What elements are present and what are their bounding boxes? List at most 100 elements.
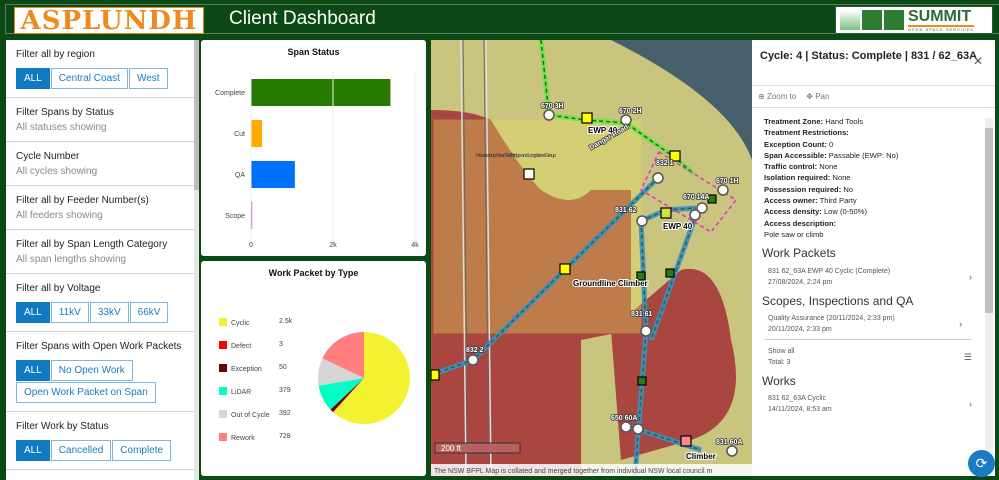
filter-title: Filter all by region — [16, 49, 95, 60]
filter-section: Filter all by Feeder Number(s) All feeder… — [6, 186, 194, 230]
filter-summary[interactable]: All cycles showing — [16, 166, 184, 177]
zoom-to-label: Zoom to — [766, 92, 797, 101]
list-item[interactable]: 831 62_63A Cyclic 14/11/2024, 8:53 am › — [764, 393, 982, 415]
field-label: Access description: — [764, 218, 837, 228]
filter-button[interactable]: 33kV — [89, 302, 129, 323]
section-title: Works — [762, 373, 796, 388]
map-label: 831 62 — [615, 207, 637, 214]
filter-button[interactable]: Complete — [112, 440, 172, 461]
tick-label: 0 — [249, 242, 253, 249]
filter-panel-scrollbar[interactable] — [194, 40, 199, 480]
map-view[interactable]: 670 3H 670 2H EWP 40 Dangar Road 832 1 670 1H… — [431, 40, 752, 476]
map-label: 670 3H — [541, 103, 564, 110]
show-all-label: Show all — [768, 347, 795, 355]
field-label: Possession required: — [764, 184, 842, 194]
map-attribution: The NSW BFPL Map is collated and merged … — [434, 468, 712, 475]
filter-button[interactable]: Cancelled — [50, 440, 112, 461]
span-status-card: Span Status Complete Cut QA Scope 0 2k 4k — [201, 40, 426, 256]
filter-button[interactable]: 11kV — [50, 302, 89, 323]
item-date: 27/08/2024, 2:24 pm — [768, 278, 833, 286]
tick-label: 2k — [329, 242, 337, 249]
popup-field: Traffic control: None — [764, 161, 982, 172]
list-icon: ☰ — [963, 351, 972, 362]
map-label: 831 61 — [631, 311, 653, 318]
legend-swatch — [219, 433, 227, 441]
filter-button[interactable]: ALL — [16, 360, 50, 381]
filter-title: Filter Spans with Open Work Packets — [16, 341, 182, 352]
summit-logo-subtext: OPEN SPACE SERVICES — [908, 26, 974, 32]
filter-title: Filter all by Voltage — [16, 283, 101, 294]
filter-button[interactable]: West — [128, 68, 168, 89]
field-label: Treatment Restrictions: — [764, 128, 849, 138]
popup-title: Cycle: 4 | Status: Complete | 831 / 62_6… — [760, 50, 978, 62]
pan-button[interactable]: ✥ Pan — [806, 92, 829, 101]
legend-label: Exception — [231, 366, 262, 373]
tick-label: 4k — [411, 242, 419, 249]
field-value: Third Party — [819, 196, 857, 206]
popup-field: Exception Count: 0 — [764, 139, 982, 150]
filter-summary[interactable]: All statuses showing — [16, 122, 184, 133]
filter-button[interactable]: Open Work Packet on Span — [16, 382, 156, 403]
bar-cut[interactable] — [251, 120, 263, 147]
section-title: Scopes, Inspections and QA — [762, 293, 914, 308]
legend-value: 728 — [279, 433, 291, 440]
scale-bar: 200 ft — [441, 444, 462, 453]
map-label: Climber — [686, 452, 716, 461]
filter-panel: Filter all by region ALL Central Coast West… — [6, 40, 194, 480]
map-label: 650 60A — [611, 415, 637, 422]
show-all-button[interactable]: Show all Total: 3 ☰ — [764, 346, 982, 368]
map-label: 670 14A — [683, 194, 709, 201]
filter-summary[interactable]: All feeders showing — [16, 210, 184, 221]
bar-complete[interactable] — [251, 79, 391, 106]
legend-swatch — [219, 341, 227, 349]
list-item[interactable]: Quality Assurance (20/11/2024, 2:33 pm) 2… — [764, 313, 972, 340]
chevron-right-icon: › — [959, 318, 962, 329]
field-label: Isolation required: — [764, 173, 831, 183]
legend-label: LiDAR — [231, 389, 251, 396]
filter-title: Cycle Number — [16, 151, 80, 162]
bar-qa[interactable] — [251, 161, 295, 188]
field-value: Passable (EWP: No) — [828, 150, 899, 160]
filter-button[interactable]: ALL — [16, 68, 50, 89]
legend-swatch — [219, 364, 227, 372]
map-label: 670 2H — [619, 108, 642, 115]
legend-swatch — [219, 318, 227, 326]
popup-field: Treatment Zone: Hand Tools — [764, 116, 982, 127]
zoom-in-icon: ⊕ — [758, 92, 765, 101]
field-value: No — [843, 184, 854, 194]
access-description: Pole saw or climb — [764, 229, 824, 239]
filter-button[interactable]: ALL — [16, 302, 50, 323]
popup-field: Access owner: Third Party — [764, 195, 982, 206]
map-label: 670 1H — [716, 178, 739, 185]
filter-button[interactable]: Central Coast — [50, 68, 128, 89]
legend-swatch — [219, 410, 227, 418]
filter-section: Cycle Number All cycles showing — [6, 142, 194, 186]
work-packet-chart: Cyclic 2.5k Defect 3 Exception 50 LiDAR 379 Out … — [219, 318, 410, 442]
legend-label: Rework — [231, 435, 255, 442]
legend-label: Cyclic — [231, 320, 250, 327]
filter-section: Filter Spans with Open Work Packets ALL No… — [6, 332, 194, 412]
legend-label: Defect — [231, 343, 251, 350]
filter-summary[interactable]: All span lengths showing — [16, 254, 184, 265]
pan-label: Pan — [815, 92, 830, 101]
field-value: None — [819, 162, 838, 172]
field-label: Access owner: — [764, 196, 818, 206]
asplundh-logo: ASPLUNDH — [14, 7, 204, 34]
close-icon[interactable]: ✕ — [973, 54, 983, 69]
map-label: Groundline Climber — [573, 279, 648, 288]
grass-icon — [840, 10, 860, 30]
filter-button[interactable]: No Open Work — [50, 360, 133, 381]
filter-title: Filter all by Feeder Number(s) — [16, 195, 149, 206]
field-value: 0 — [828, 139, 834, 149]
legend-label: Out of Cycle — [231, 412, 270, 419]
filter-section: Filter all by region ALL Central Coast West — [6, 40, 194, 98]
chevron-right-icon: › — [969, 399, 972, 410]
zoom-to-button[interactable]: ⊕ Zoom to — [758, 92, 796, 101]
legend-value: 50 — [279, 364, 287, 371]
filter-button[interactable]: 66kV — [129, 302, 169, 323]
item-name: 831 62_63A Cyclic — [768, 395, 826, 403]
filter-button[interactable]: ALL — [16, 440, 50, 461]
popup-scrollbar[interactable] — [985, 118, 993, 470]
refresh-button[interactable]: ⟳ — [968, 450, 995, 477]
list-item[interactable]: 831 62_63A EWP 40 Cyclic (Complete) 27/08… — [764, 266, 982, 288]
